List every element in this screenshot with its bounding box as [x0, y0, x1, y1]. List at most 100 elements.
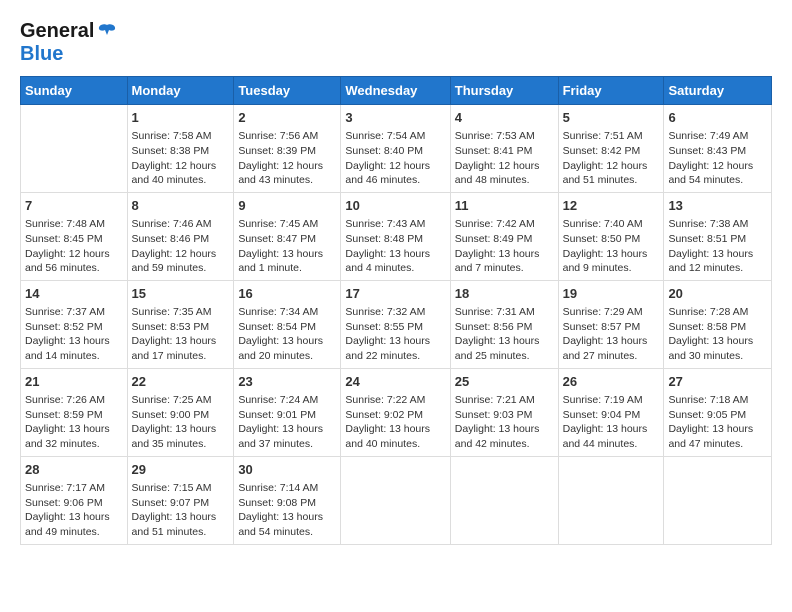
cell-details: Sunrise: 7:56 AMSunset: 8:39 PMDaylight:…	[238, 129, 336, 188]
day-number: 8	[132, 197, 230, 215]
cell-details: Sunrise: 7:37 AMSunset: 8:52 PMDaylight:…	[25, 305, 123, 364]
calendar-cell: 14 Sunrise: 7:37 AMSunset: 8:52 PMDayligh…	[21, 280, 128, 368]
calendar-cell: 2 Sunrise: 7:56 AMSunset: 8:39 PMDaylight…	[234, 105, 341, 193]
calendar-cell: 3Sunrise: 7:54 AMSunset: 8:40 PMDaylight…	[341, 105, 450, 193]
day-number: 2	[238, 109, 336, 127]
cell-details: Sunrise: 7:29 AMSunset: 8:57 PMDaylight:…	[563, 305, 660, 364]
day-number: 19	[563, 285, 660, 303]
cell-details: Sunrise: 7:54 AMSunset: 8:40 PMDaylight:…	[345, 129, 445, 188]
day-number: 5	[563, 109, 660, 127]
sunrise-text: Sunrise: 7:24 AM	[238, 393, 336, 408]
daylight-text: Daylight: 13 hours and 9 minutes.	[563, 247, 660, 276]
col-header-friday: Friday	[558, 77, 664, 105]
sunset-text: Sunset: 8:46 PM	[132, 232, 230, 247]
day-number: 12	[563, 197, 660, 215]
sunset-text: Sunset: 8:57 PM	[563, 320, 660, 335]
cell-details: Sunrise: 7:31 AMSunset: 8:56 PMDaylight:…	[455, 305, 554, 364]
calendar-cell: 4Sunrise: 7:53 AMSunset: 8:41 PMDaylight…	[450, 105, 558, 193]
daylight-text: Daylight: 12 hours and 46 minutes.	[345, 159, 445, 188]
calendar-cell	[341, 456, 450, 544]
col-header-wednesday: Wednesday	[341, 77, 450, 105]
daylight-text: Daylight: 13 hours and 47 minutes.	[668, 422, 767, 451]
day-number: 1	[132, 109, 230, 127]
calendar-cell: 10Sunrise: 7:43 AMSunset: 8:48 PMDayligh…	[341, 192, 450, 280]
daylight-text: Daylight: 13 hours and 44 minutes.	[563, 422, 660, 451]
sunset-text: Sunset: 8:58 PM	[668, 320, 767, 335]
sunrise-text: Sunrise: 7:19 AM	[563, 393, 660, 408]
cell-details: Sunrise: 7:34 AMSunset: 8:54 PMDaylight:…	[238, 305, 336, 364]
day-number: 26	[563, 373, 660, 391]
day-number: 7	[25, 197, 123, 215]
cell-details: Sunrise: 7:28 AMSunset: 8:58 PMDaylight:…	[668, 305, 767, 364]
logo-blue-text: Blue	[20, 43, 63, 65]
col-header-sunday: Sunday	[21, 77, 128, 105]
cell-details: Sunrise: 7:53 AMSunset: 8:41 PMDaylight:…	[455, 129, 554, 188]
calendar-cell: 26 Sunrise: 7:19 AMSunset: 9:04 PMDayligh…	[558, 368, 664, 456]
sunset-text: Sunset: 9:07 PM	[132, 496, 230, 511]
calendar-table: SundayMondayTuesdayWednesdayThursdayFrid…	[20, 76, 772, 545]
calendar-cell: 13Sunrise: 7:38 AMSunset: 8:51 PMDayligh…	[664, 192, 772, 280]
sunrise-text: Sunrise: 7:49 AM	[668, 129, 767, 144]
cell-details: Sunrise: 7:46 AMSunset: 8:46 PMDaylight:…	[132, 217, 230, 276]
calendar-cell: 1Sunrise: 7:58 AMSunset: 8:38 PMDaylight…	[127, 105, 234, 193]
sunset-text: Sunset: 9:01 PM	[238, 408, 336, 423]
sunset-text: Sunset: 8:55 PM	[345, 320, 445, 335]
cell-details: Sunrise: 7:21 AMSunset: 9:03 PMDaylight:…	[455, 393, 554, 452]
calendar-cell: 29Sunrise: 7:15 AMSunset: 9:07 PMDayligh…	[127, 456, 234, 544]
calendar-cell: 20Sunrise: 7:28 AMSunset: 8:58 PMDayligh…	[664, 280, 772, 368]
day-number: 15	[132, 285, 230, 303]
calendar-cell: 15Sunrise: 7:35 AMSunset: 8:53 PMDayligh…	[127, 280, 234, 368]
daylight-text: Daylight: 13 hours and 12 minutes.	[668, 247, 767, 276]
day-number: 21	[25, 373, 123, 391]
sunrise-text: Sunrise: 7:54 AM	[345, 129, 445, 144]
cell-details: Sunrise: 7:48 AMSunset: 8:45 PMDaylight:…	[25, 217, 123, 276]
daylight-text: Daylight: 13 hours and 49 minutes.	[25, 510, 123, 539]
col-header-tuesday: Tuesday	[234, 77, 341, 105]
sunrise-text: Sunrise: 7:28 AM	[668, 305, 767, 320]
sunrise-text: Sunrise: 7:29 AM	[563, 305, 660, 320]
cell-details: Sunrise: 7:42 AMSunset: 8:49 PMDaylight:…	[455, 217, 554, 276]
day-number: 14	[25, 285, 123, 303]
calendar-cell: 27 Sunrise: 7:18 AMSunset: 9:05 PMDayligh…	[664, 368, 772, 456]
day-number: 27	[668, 373, 767, 391]
calendar-cell: 9Sunrise: 7:45 AMSunset: 8:47 PMDaylight…	[234, 192, 341, 280]
sunset-text: Sunset: 8:48 PM	[345, 232, 445, 247]
cell-details: Sunrise: 7:25 AMSunset: 9:00 PMDaylight:…	[132, 393, 230, 452]
col-header-saturday: Saturday	[664, 77, 772, 105]
cell-details: Sunrise: 7:19 AMSunset: 9:04 PMDaylight:…	[563, 393, 660, 452]
sunrise-text: Sunrise: 7:35 AM	[132, 305, 230, 320]
daylight-text: Daylight: 12 hours and 51 minutes.	[563, 159, 660, 188]
header-row: SundayMondayTuesdayWednesdayThursdayFrid…	[21, 77, 772, 105]
daylight-text: Daylight: 12 hours and 48 minutes.	[455, 159, 554, 188]
sunrise-text: Sunrise: 7:17 AM	[25, 481, 123, 496]
cell-details: Sunrise: 7:32 AMSunset: 8:55 PMDaylight:…	[345, 305, 445, 364]
cell-details: Sunrise: 7:18 AMSunset: 9:05 PMDaylight:…	[668, 393, 767, 452]
calendar-cell	[450, 456, 558, 544]
day-number: 28	[25, 461, 123, 479]
daylight-text: Daylight: 13 hours and 7 minutes.	[455, 247, 554, 276]
sunset-text: Sunset: 8:51 PM	[668, 232, 767, 247]
week-row-2: 14 Sunrise: 7:37 AMSunset: 8:52 PMDayligh…	[21, 280, 772, 368]
sunset-text: Sunset: 9:06 PM	[25, 496, 123, 511]
daylight-text: Daylight: 13 hours and 17 minutes.	[132, 334, 230, 363]
calendar-cell: 12Sunrise: 7:40 AMSunset: 8:50 PMDayligh…	[558, 192, 664, 280]
cell-details: Sunrise: 7:45 AMSunset: 8:47 PMDaylight:…	[238, 217, 336, 276]
sunrise-text: Sunrise: 7:21 AM	[455, 393, 554, 408]
sunrise-text: Sunrise: 7:26 AM	[25, 393, 123, 408]
cell-details: Sunrise: 7:22 AMSunset: 9:02 PMDaylight:…	[345, 393, 445, 452]
calendar-cell: 11Sunrise: 7:42 AMSunset: 8:49 PMDayligh…	[450, 192, 558, 280]
day-number: 29	[132, 461, 230, 479]
sunset-text: Sunset: 8:59 PM	[25, 408, 123, 423]
daylight-text: Daylight: 12 hours and 54 minutes.	[668, 159, 767, 188]
sunrise-text: Sunrise: 7:32 AM	[345, 305, 445, 320]
sunrise-text: Sunrise: 7:58 AM	[132, 129, 230, 144]
cell-details: Sunrise: 7:14 AMSunset: 9:08 PMDaylight:…	[238, 481, 336, 540]
sunrise-text: Sunrise: 7:48 AM	[25, 217, 123, 232]
calendar-cell: 21Sunrise: 7:26 AMSunset: 8:59 PMDayligh…	[21, 368, 128, 456]
daylight-text: Daylight: 13 hours and 14 minutes.	[25, 334, 123, 363]
logo-bird-icon	[96, 21, 118, 43]
calendar-cell: 5Sunrise: 7:51 AMSunset: 8:42 PMDaylight…	[558, 105, 664, 193]
sunrise-text: Sunrise: 7:43 AM	[345, 217, 445, 232]
sunset-text: Sunset: 8:49 PM	[455, 232, 554, 247]
daylight-text: Daylight: 13 hours and 51 minutes.	[132, 510, 230, 539]
